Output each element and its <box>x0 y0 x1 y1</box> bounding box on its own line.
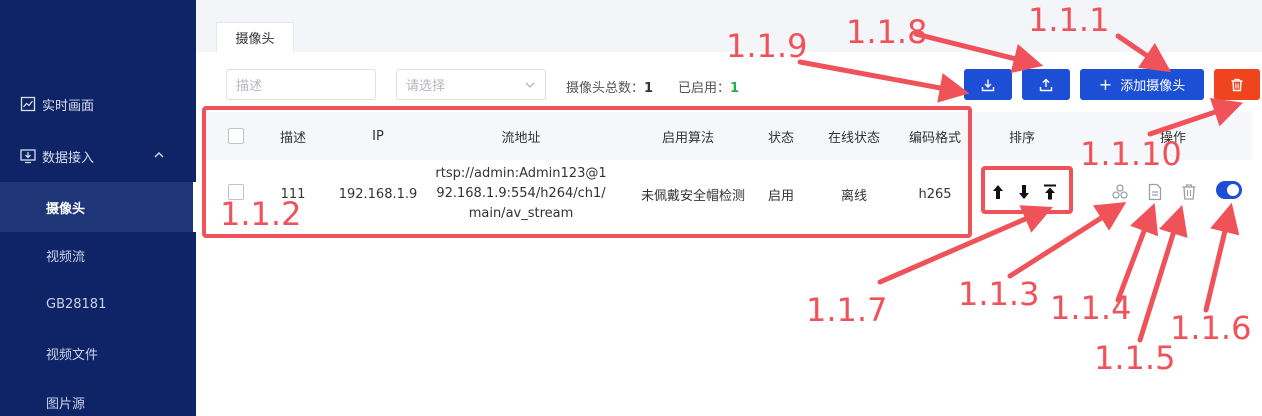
upload-icon <box>1039 78 1053 91</box>
camera-total-count: 摄像头总数：1 <box>566 81 654 96</box>
edit-document-icon[interactable] <box>1146 183 1164 201</box>
chevron-down-icon <box>525 82 535 88</box>
cell-online-status: 离线 <box>840 188 867 204</box>
arrow-down-icon[interactable] <box>1015 183 1033 201</box>
sidebar: 实时画面 数据接入 摄像头 视频流 GB28181 视频文件 图片源 <box>0 0 196 416</box>
cell-stream-url: rtsp://admin:Admin123@192.168.1.9:554/h2… <box>435 166 607 221</box>
algorithm-config-icon[interactable] <box>1111 183 1129 201</box>
column-header-ip: IP <box>372 128 384 144</box>
sidebar-item-label: 数据接入 <box>42 150 95 166</box>
cell-algorithm: 未佩戴安全帽检测 <box>640 188 745 204</box>
cell-status: 启用 <box>767 188 794 204</box>
tab-camera[interactable]: 摄像头 <box>216 22 294 52</box>
column-header-actions: 操作 <box>1159 130 1186 146</box>
cell-ip: 192.168.1.9 <box>338 186 418 202</box>
toggle-knob <box>1227 184 1239 196</box>
table-row: 111 192.168.1.9 rtsp://admin:Admin123@19… <box>206 160 1252 228</box>
sidebar-subitem-video-stream[interactable]: 视频流 <box>0 230 196 280</box>
sidebar-item-realtime[interactable]: 实时画面 <box>0 82 196 126</box>
sidebar-subitem-video-file[interactable]: 视频文件 <box>0 328 196 378</box>
download-icon <box>981 79 995 91</box>
trash-icon[interactable] <box>1180 183 1198 201</box>
download-button[interactable] <box>964 69 1012 100</box>
column-header-algorithm: 启用算法 <box>661 130 714 146</box>
cell-description: 111 <box>280 186 306 202</box>
column-header-stream-url: 流地址 <box>501 130 541 146</box>
monitor-download-icon <box>20 149 36 164</box>
sidebar-item-data-access[interactable]: 数据接入 <box>0 134 196 178</box>
upload-button[interactable] <box>1022 69 1070 100</box>
camera-enabled-count: 已启用：1 <box>678 81 740 96</box>
sidebar-subitem-camera[interactable]: 摄像头 <box>0 182 196 232</box>
filter-select[interactable]: 请选择 <box>396 69 546 100</box>
arrow-up-icon[interactable] <box>989 183 1007 201</box>
cell-encoding: h265 <box>918 186 952 202</box>
select-all-checkbox[interactable] <box>228 128 244 144</box>
chevron-up-icon[interactable] <box>154 150 164 160</box>
trash-icon <box>1231 78 1243 91</box>
main-content: 摄像头 描述 请选择 摄像头总数：1 已启用：1 + 添加摄像头 描述 IP 流… <box>196 0 1262 416</box>
tab-bar <box>196 0 1262 52</box>
chart-icon <box>20 96 36 112</box>
column-header-online-status: 在线状态 <box>827 130 880 146</box>
add-camera-button[interactable]: + 添加摄像头 <box>1080 69 1204 100</box>
description-search-input[interactable]: 描述 <box>226 69 376 100</box>
sidebar-item-label: 实时画面 <box>42 98 95 114</box>
plus-icon: + <box>1098 74 1113 94</box>
row-checkbox[interactable] <box>228 184 244 200</box>
table-header: 描述 IP 流地址 启用算法 状态 在线状态 编码格式 排序 操作 <box>206 112 1252 160</box>
column-header-status: 状态 <box>767 130 794 146</box>
filter-select-placeholder: 请选择 <box>406 79 446 94</box>
column-header-sort: 排序 <box>1008 130 1035 146</box>
enable-toggle[interactable] <box>1216 181 1242 199</box>
column-header-encoding: 编码格式 <box>908 130 961 146</box>
bulk-delete-button[interactable] <box>1214 69 1260 100</box>
sidebar-subitem-image-source[interactable]: 图片源 <box>0 377 196 416</box>
sidebar-subitem-gb28181[interactable]: GB28181 <box>0 279 196 329</box>
column-header-description: 描述 <box>279 130 306 146</box>
move-to-top-icon[interactable] <box>1041 183 1059 201</box>
